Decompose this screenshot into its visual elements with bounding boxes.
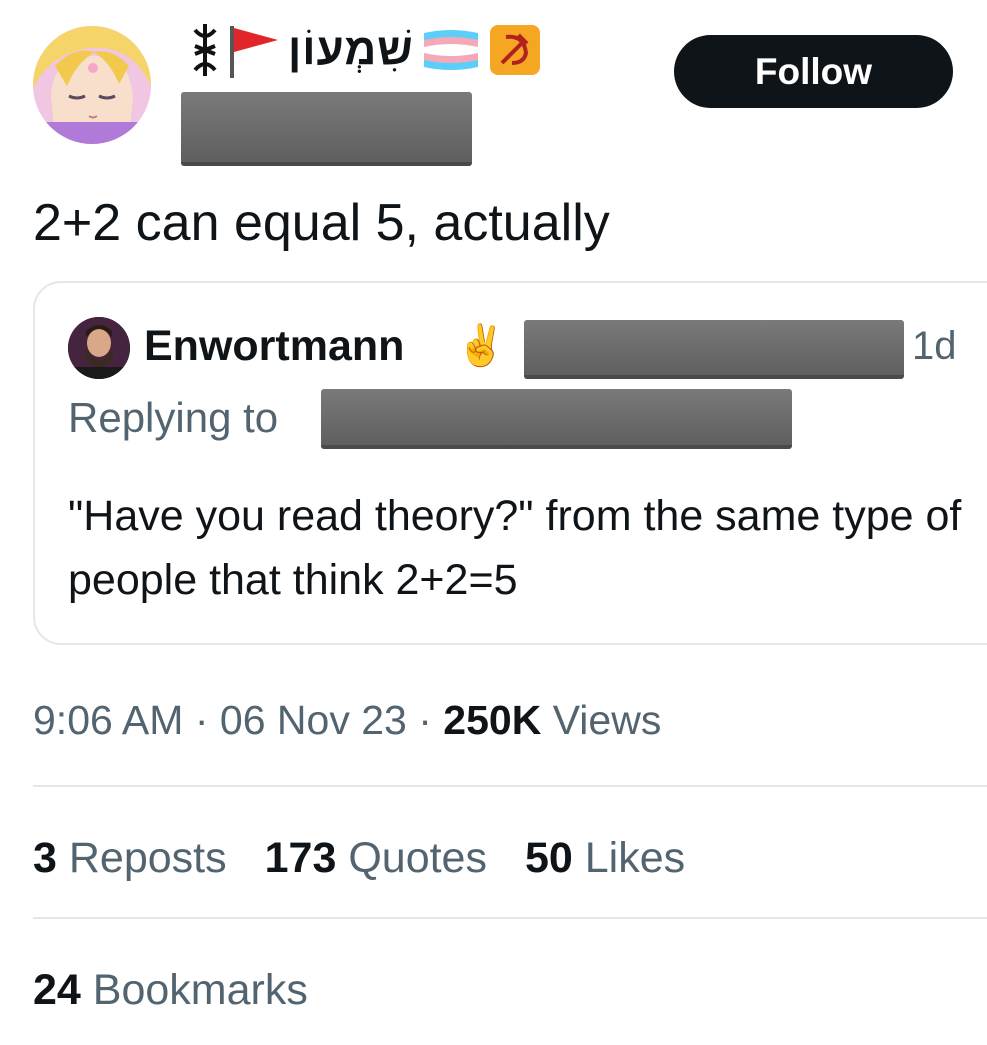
tweet-date[interactable]: 06 Nov 23	[220, 697, 407, 743]
author-name-row[interactable]: שִׁמְעוֹן	[190, 20, 542, 80]
anime-character-avatar-icon	[33, 26, 151, 144]
tweet-time[interactable]: 9:06 AM	[33, 697, 183, 743]
engagement-stats: 3 Reposts 173 Quotes 50 Likes	[33, 828, 685, 888]
redacted-reply-target	[321, 389, 792, 449]
quote-author-name[interactable]: Enwortmann	[144, 318, 404, 374]
meta-separator: ·	[418, 697, 432, 743]
quotes-stat[interactable]: 173 Quotes	[265, 828, 487, 888]
berserk-sigil-icon	[193, 24, 217, 76]
tweet-text: 2+2 can equal 5, actually	[33, 194, 610, 252]
redacted-quote-handle	[524, 320, 904, 379]
quote-author-avatar[interactable]	[68, 317, 130, 379]
bookmarks-stat[interactable]: 24 Bookmarks	[33, 960, 308, 1020]
author-avatar[interactable]	[33, 26, 151, 144]
red-flag-icon	[230, 26, 278, 78]
trans-flag-icon	[423, 30, 478, 70]
quote-timestamp[interactable]: 1d	[912, 318, 957, 374]
bearded-man-avatar-icon	[68, 317, 130, 379]
views-label: Views	[552, 697, 662, 743]
meta-separator: ·	[194, 697, 209, 743]
divider	[33, 785, 987, 787]
views-count: 250K	[443, 697, 542, 743]
quote-body-text: "Have you read theory?" from the same ty…	[68, 492, 962, 604]
redacted-handle	[181, 92, 472, 166]
hammer-sickle-icon	[489, 25, 540, 75]
tweet-meta: 9:06 AM · 06 Nov 23 · 250K Views	[33, 690, 661, 750]
likes-stat[interactable]: 50 Likes	[525, 828, 685, 888]
victory-hand-icon: ✌️	[456, 324, 506, 368]
reposts-stat[interactable]: 3 Reposts	[33, 828, 227, 888]
divider	[33, 917, 987, 919]
author-display-name: שִׁמְעוֹן	[288, 25, 414, 74]
replying-to-label: Replying to	[68, 394, 279, 441]
follow-button[interactable]: Follow	[674, 35, 953, 108]
